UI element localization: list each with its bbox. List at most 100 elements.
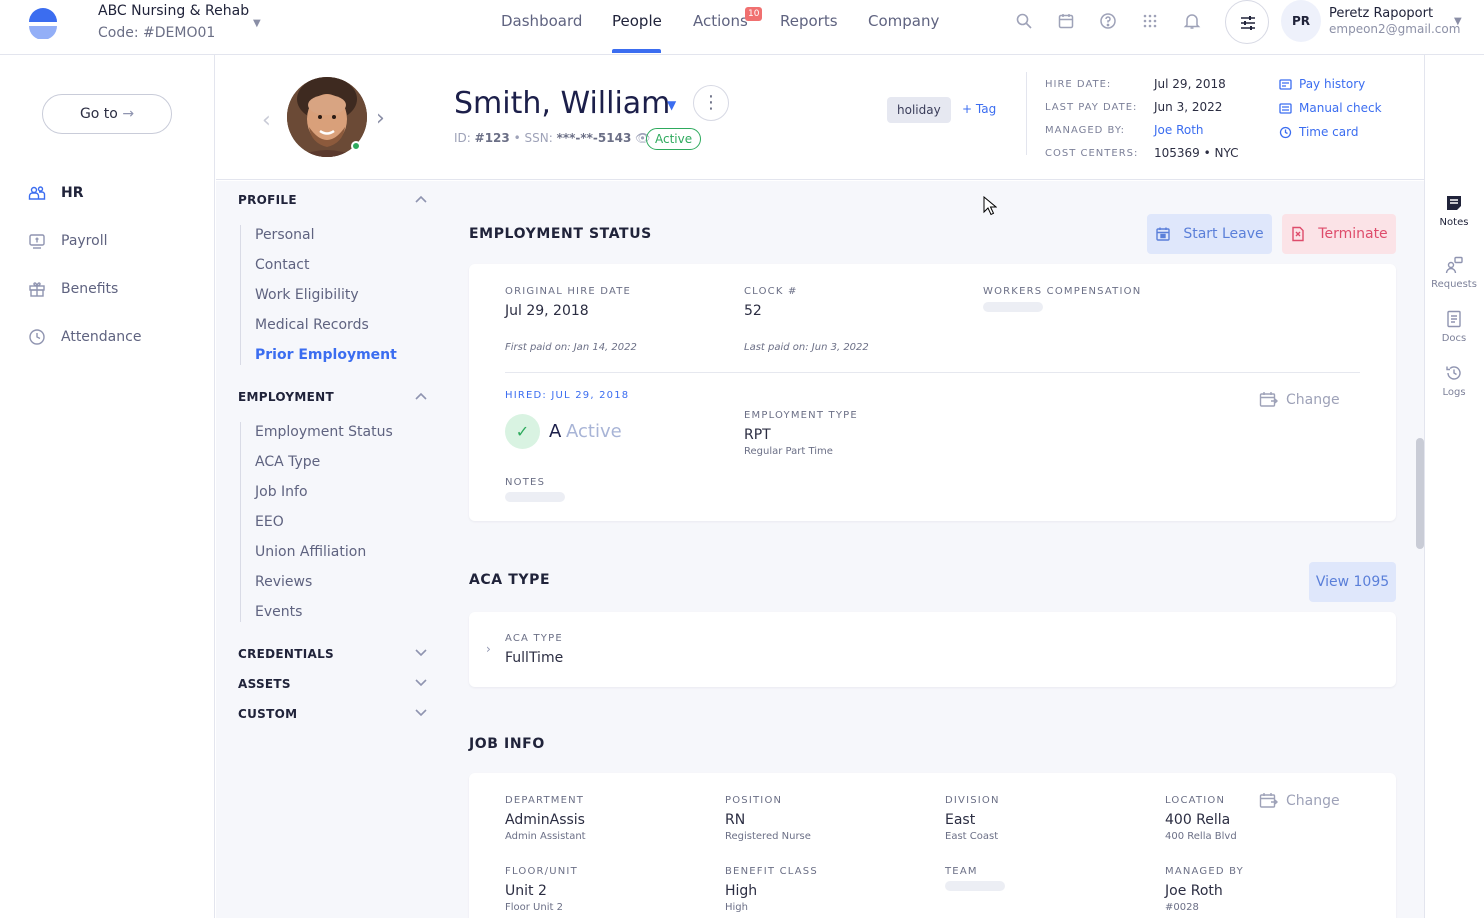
employee-status-badge: Active xyxy=(646,128,702,150)
job-managed-by-value: Joe Roth xyxy=(1165,883,1223,899)
nav-reports[interactable]: Reports xyxy=(780,12,838,30)
nav-company[interactable]: Company xyxy=(868,12,939,30)
user-menu-dropdown-icon[interactable]: ▼ xyxy=(1454,16,1462,27)
benefit-class-description: High xyxy=(725,902,748,913)
sidebar-item-hr[interactable]: HR xyxy=(28,181,84,205)
managed-by-link[interactable]: Joe Roth xyxy=(1154,123,1204,137)
company-name[interactable]: ABC Nursing & Rehab xyxy=(98,3,249,19)
last-pay-date-value: Jun 3, 2022 xyxy=(1154,100,1223,114)
floor-unit-value: Unit 2 xyxy=(505,883,547,899)
employee-switcher-dropdown-icon[interactable]: ▼ xyxy=(667,98,676,112)
section-link-personal[interactable]: Personal xyxy=(255,227,315,243)
notes-placeholder xyxy=(505,492,565,502)
employee-id: #123 xyxy=(474,131,510,145)
section-link-reviews[interactable]: Reviews xyxy=(255,574,312,590)
employee-name: Smith, William xyxy=(454,86,671,121)
employee-tag[interactable]: holiday xyxy=(887,97,951,123)
aca-type-card xyxy=(469,612,1396,687)
benefit-class-label: BENEFIT CLASS xyxy=(725,866,818,877)
apps-grid-icon[interactable] xyxy=(1141,12,1159,30)
next-employee-icon[interactable]: › xyxy=(376,106,385,131)
time-card-clock-icon xyxy=(1279,126,1292,138)
chevron-down-icon[interactable] xyxy=(414,678,428,688)
clock-number-value: 52 xyxy=(744,303,762,319)
nav-actions[interactable]: Actions xyxy=(693,12,748,30)
section-link-job-info[interactable]: Job Info xyxy=(255,484,308,500)
change-calendar-icon xyxy=(1259,793,1278,808)
section-assets-header[interactable]: ASSETS xyxy=(238,677,291,691)
rail-requests[interactable]: Requests xyxy=(1424,256,1484,290)
hired-date-label: HIRED: JUL 29, 2018 xyxy=(505,390,630,401)
section-link-aca-type[interactable]: ACA Type xyxy=(255,454,320,470)
job-info-title: JOB INFO xyxy=(469,736,545,752)
time-card-link[interactable]: Time card xyxy=(1279,125,1358,139)
original-hire-date-label: ORIGINAL HIRE DATE xyxy=(505,286,632,297)
change-status-button[interactable]: Change xyxy=(1259,391,1340,408)
employee-header xyxy=(216,55,1424,180)
section-link-eeo[interactable]: EEO xyxy=(255,514,284,530)
sidebar-item-attendance[interactable]: Attendance xyxy=(28,325,141,349)
section-employment-header[interactable]: EMPLOYMENT xyxy=(238,390,334,404)
more-options-button[interactable]: ⋮ xyxy=(693,85,729,121)
section-link-prior-employment[interactable]: Prior Employment xyxy=(255,347,397,363)
notification-bell-icon[interactable] xyxy=(1183,12,1201,30)
section-custom-header[interactable]: CUSTOM xyxy=(238,707,297,721)
pay-history-label: Pay history xyxy=(1299,77,1366,91)
section-link-employment-status[interactable]: Employment Status xyxy=(255,424,393,440)
previous-employee-icon[interactable]: ‹ xyxy=(262,108,271,133)
chevron-down-icon[interactable] xyxy=(414,648,428,658)
help-icon[interactable] xyxy=(1099,12,1117,30)
section-link-contact[interactable]: Contact xyxy=(255,257,309,273)
search-icon[interactable] xyxy=(1015,12,1033,30)
nav-people[interactable]: People xyxy=(612,12,662,30)
division-description: East Coast xyxy=(945,831,999,842)
section-link-union-affiliation[interactable]: Union Affiliation xyxy=(255,544,366,560)
managed-by-label: MANAGED BY: xyxy=(1045,125,1126,136)
section-link-medical-records[interactable]: Medical Records xyxy=(255,317,369,333)
section-credentials-header[interactable]: CREDENTIALS xyxy=(238,647,334,661)
first-paid-note: First paid on: Jan 14, 2022 xyxy=(505,342,637,353)
location-value: 400 Rella xyxy=(1165,812,1231,828)
sidebar-item-payroll[interactable]: Payroll xyxy=(28,229,107,253)
goto-button[interactable]: Go to → xyxy=(42,94,172,134)
start-leave-button[interactable]: Start Leave xyxy=(1147,214,1272,254)
manual-check-link[interactable]: Manual check xyxy=(1279,101,1382,115)
settings-sliders-button[interactable] xyxy=(1225,0,1269,44)
chevron-down-icon[interactable] xyxy=(414,708,428,718)
time-card-label: Time card xyxy=(1299,125,1359,139)
chevron-up-icon[interactable] xyxy=(414,194,428,204)
workers-compensation-label: WORKERS COMPENSATION xyxy=(983,286,1142,297)
add-tag-button[interactable]: + Tag xyxy=(962,102,996,116)
view-1095-button[interactable]: View 1095 xyxy=(1309,562,1396,602)
team-placeholder xyxy=(945,881,1005,891)
chevron-right-icon[interactable]: › xyxy=(486,642,491,656)
vertical-scrollbar[interactable] xyxy=(1416,438,1424,549)
calendar-icon[interactable] xyxy=(1057,12,1075,30)
section-profile-header[interactable]: PROFILE xyxy=(238,193,297,207)
company-dropdown-icon[interactable]: ▼ xyxy=(253,18,261,29)
chevron-up-icon[interactable] xyxy=(414,391,428,401)
user-avatar[interactable]: PR xyxy=(1281,0,1321,42)
status-code: A xyxy=(549,421,562,442)
rail-docs[interactable]: Docs xyxy=(1424,310,1484,344)
employment-type-value: RPT xyxy=(744,427,771,443)
company-logo-icon[interactable] xyxy=(26,5,60,39)
goto-label: Go to xyxy=(79,106,118,122)
notes-icon xyxy=(1447,196,1461,210)
start-leave-label: Start Leave xyxy=(1183,226,1264,242)
rail-notes[interactable]: Notes xyxy=(1424,194,1484,228)
workers-compensation-placeholder xyxy=(983,302,1043,312)
terminate-button[interactable]: Terminate xyxy=(1282,214,1396,254)
sidebar-item-benefits[interactable]: Benefits xyxy=(28,277,118,301)
employee-ssn: ***-**-5143 xyxy=(556,131,632,145)
section-link-work-eligibility[interactable]: Work Eligibility xyxy=(255,287,359,303)
rail-logs[interactable]: Logs xyxy=(1424,364,1484,398)
change-job-info-button[interactable]: Change xyxy=(1259,792,1340,809)
nav-dashboard[interactable]: Dashboard xyxy=(501,12,582,30)
division-label: DIVISION xyxy=(945,795,1000,806)
user-name[interactable]: Peretz Rapoport xyxy=(1329,6,1433,21)
gift-icon xyxy=(29,282,45,297)
clock-number-label: CLOCK # xyxy=(744,286,798,297)
section-link-events[interactable]: Events xyxy=(255,604,302,620)
pay-history-link[interactable]: Pay history xyxy=(1279,77,1365,91)
